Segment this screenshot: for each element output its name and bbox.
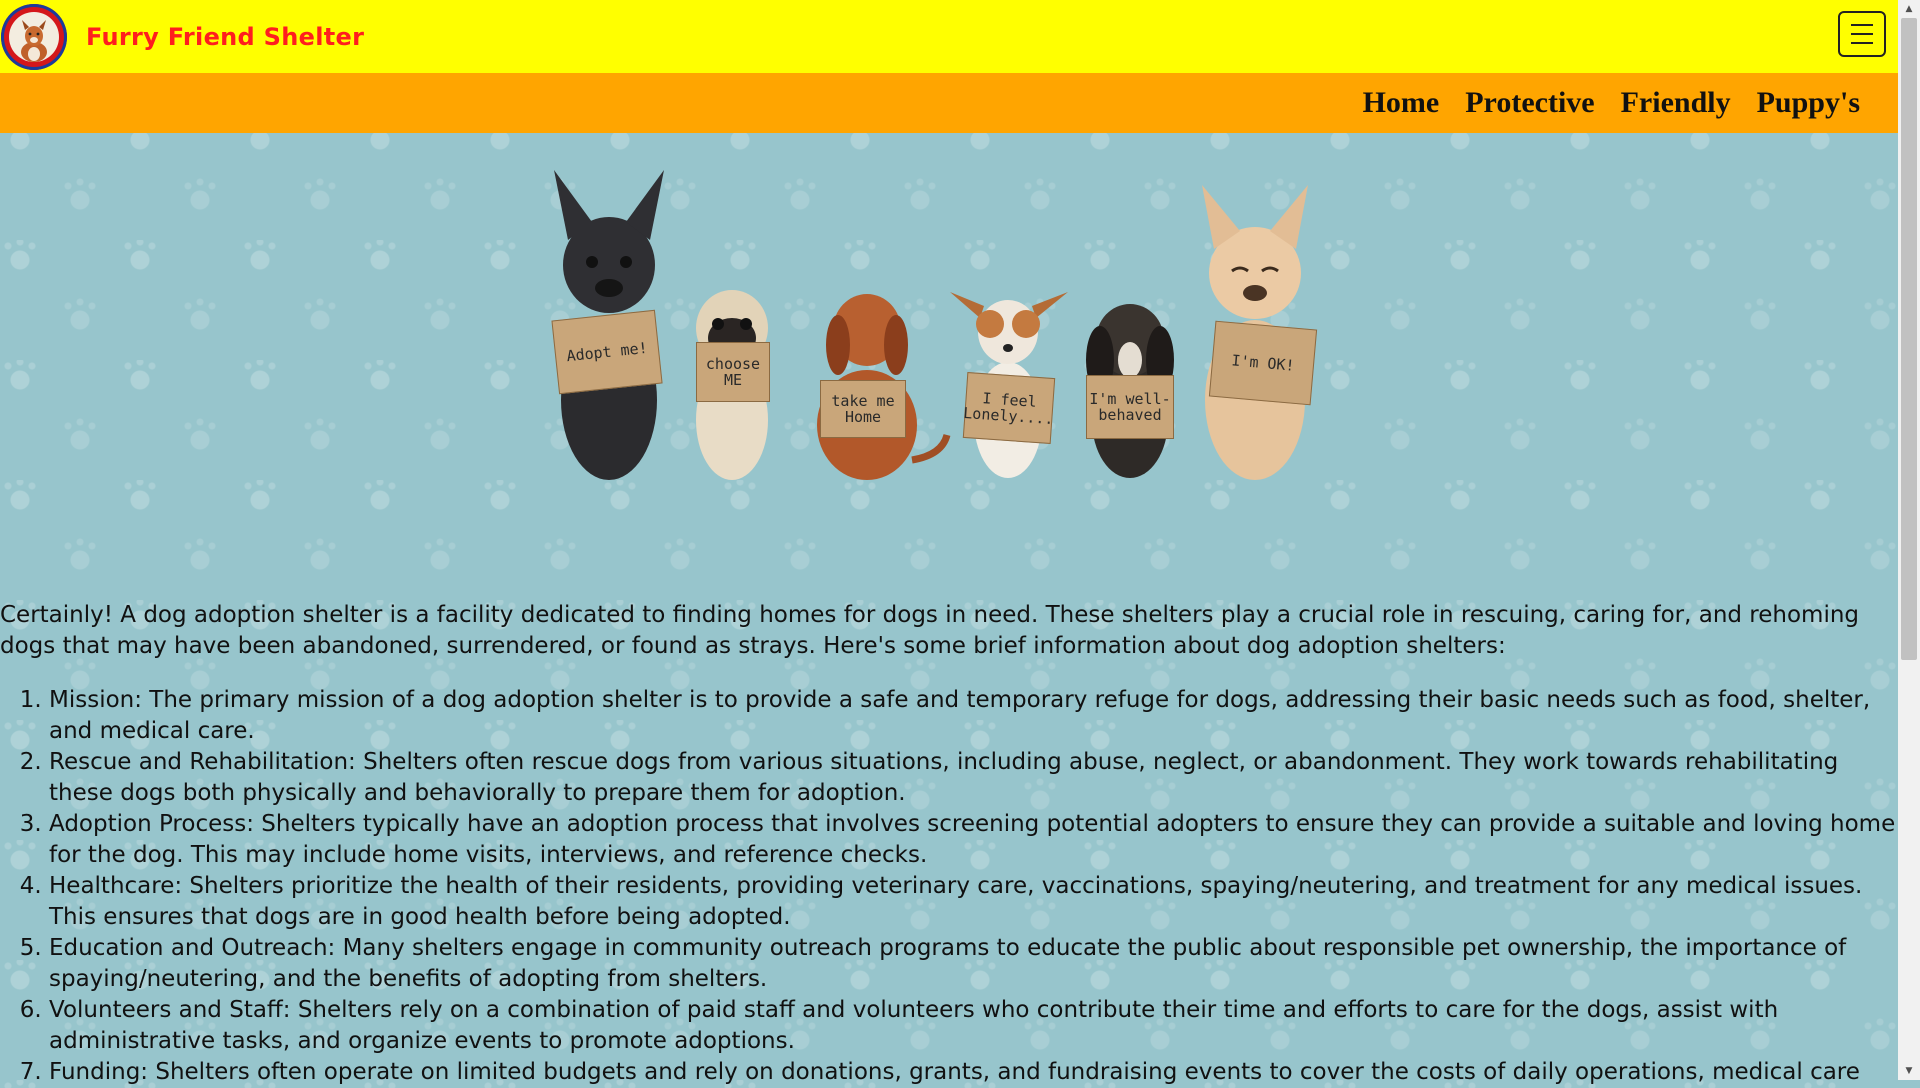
dog-sign: choose ME bbox=[696, 342, 770, 402]
list-item: Funding: Shelters often operate on limit… bbox=[49, 1057, 1898, 1088]
hero-dogs-image: Adopt me! choose ME take me Home I feel … bbox=[530, 170, 1350, 480]
dog-sign: I'm OK! bbox=[1208, 320, 1318, 406]
scrollbar-thumb[interactable] bbox=[1901, 18, 1917, 660]
nav-home[interactable]: Home bbox=[1363, 86, 1440, 120]
list-item: Rescue and Rehabilitation: Shelters ofte… bbox=[49, 747, 1898, 809]
main-navigation: Home Protective Friendly Puppy's bbox=[0, 73, 1898, 133]
dog-logo-icon[interactable] bbox=[1, 3, 67, 70]
main-content: Certainly! A dog adoption shelter is a f… bbox=[0, 600, 1898, 1088]
hamburger-menu-icon[interactable] bbox=[1838, 11, 1886, 57]
top-header: Furry Friend Shelter bbox=[0, 0, 1898, 73]
scroll-down-arrow-icon[interactable]: ▼ bbox=[1898, 1062, 1920, 1080]
dog-sign: I'm well-behaved bbox=[1086, 375, 1174, 439]
list-item: Healthcare: Shelters prioritize the heal… bbox=[49, 871, 1898, 933]
nav-friendly[interactable]: Friendly bbox=[1621, 86, 1731, 120]
dog-sign: Adopt me! bbox=[551, 309, 663, 395]
list-item: Volunteers and Staff: Shelters rely on a… bbox=[49, 995, 1898, 1057]
scroll-up-arrow-icon[interactable]: ▲ bbox=[1898, 0, 1920, 18]
info-list: Mission: The primary mission of a dog ad… bbox=[0, 685, 1898, 1088]
dog-sign: take me Home bbox=[820, 380, 906, 438]
nav-protective[interactable]: Protective bbox=[1465, 86, 1594, 120]
list-item: Education and Outreach: Many shelters en… bbox=[49, 933, 1898, 995]
vertical-scrollbar[interactable]: ▲ ▼ bbox=[1898, 0, 1920, 1080]
list-item: Adoption Process: Shelters typically hav… bbox=[49, 809, 1898, 871]
brand-name[interactable]: Furry Friend Shelter bbox=[86, 23, 364, 51]
intro-paragraph: Certainly! A dog adoption shelter is a f… bbox=[0, 602, 1860, 659]
dog-sign: I feel Lonely.... bbox=[963, 372, 1056, 444]
list-item: Mission: The primary mission of a dog ad… bbox=[49, 685, 1898, 747]
nav-puppys[interactable]: Puppy's bbox=[1757, 86, 1860, 120]
